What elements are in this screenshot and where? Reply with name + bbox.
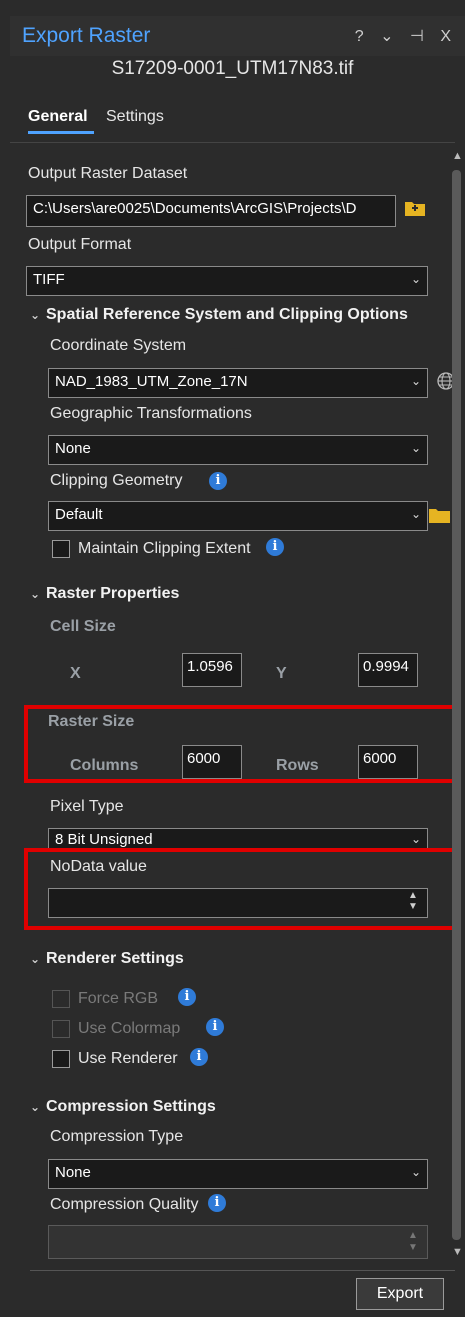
cell-size-x-label: X (70, 665, 81, 682)
spinner-icon[interactable]: ▲ ▼ (408, 890, 418, 912)
tab-settings[interactable]: Settings (106, 108, 164, 126)
geographic-transformations-dropdown[interactable]: None ⌄ (48, 435, 428, 465)
pixel-type-label: Pixel Type (50, 798, 124, 815)
window-controls[interactable]: ? ⌄ ⊣ X (355, 26, 457, 46)
spinner-icon[interactable]: ▲ ▼ (408, 1230, 418, 1254)
cell-size-label: Cell Size (50, 618, 116, 635)
cell-size-x-input[interactable]: 1.0596 (182, 653, 242, 687)
renderer-settings-header[interactable]: ⌄ Renderer Settings (30, 950, 184, 968)
pixel-type-dropdown[interactable]: 8 Bit Unsigned ⌄ (48, 828, 428, 850)
geographic-transformations-label: Geographic Transformations (50, 405, 252, 422)
clipping-geometry-label: Clipping Geometry (50, 472, 183, 489)
folder-icon[interactable] (428, 505, 452, 525)
compression-quality-label: Compression Quality (50, 1196, 199, 1213)
pixel-type-value: 8 Bit Unsigned (55, 831, 153, 848)
tab-general[interactable]: General (28, 108, 88, 126)
source-filename: S17209-0001_UTM17N83.tif (111, 58, 354, 79)
chevron-down-icon: ⌄ (30, 1100, 41, 1114)
chevron-down-icon: ⌄ (410, 272, 421, 286)
nodata-input[interactable] (48, 888, 428, 918)
chevron-down-icon: ⌄ (410, 507, 421, 521)
force-rgb-checkbox[interactable] (52, 990, 70, 1008)
active-tab-indicator (28, 131, 94, 134)
compression-settings-header[interactable]: ⌄ Compression Settings (30, 1098, 216, 1116)
force-rgb-label: Force RGB (78, 990, 159, 1007)
info-icon[interactable]: i (190, 1048, 208, 1066)
export-button[interactable]: Export (356, 1278, 444, 1310)
raster-size-label: Raster Size (48, 713, 135, 730)
info-icon[interactable]: i (266, 538, 284, 556)
tabs-divider (10, 142, 455, 143)
use-renderer-label: Use Renderer (78, 1050, 178, 1067)
compression-type-dropdown[interactable]: None ⌄ (48, 1159, 428, 1189)
info-icon[interactable]: i (208, 1194, 226, 1212)
output-raster-label: Output Raster Dataset (28, 165, 188, 182)
raster-properties-header[interactable]: ⌄ Raster Properties (30, 585, 179, 603)
scroll-up-icon[interactable]: ▲ (452, 150, 463, 162)
info-icon[interactable]: i (206, 1018, 224, 1036)
scroll-down-icon[interactable]: ▼ (452, 1246, 463, 1258)
compression-quality-input[interactable] (48, 1225, 428, 1259)
raster-properties-label: Raster Properties (46, 585, 180, 602)
spatial-section-label: Spatial Reference System and Clipping Op… (46, 306, 408, 323)
info-icon[interactable]: i (209, 472, 227, 490)
cell-size-y-input[interactable]: 0.9994 (358, 653, 418, 687)
compression-type-label: Compression Type (50, 1128, 184, 1145)
compression-settings-label: Compression Settings (46, 1098, 216, 1115)
columns-input[interactable]: 6000 (182, 745, 242, 779)
clipping-geometry-dropdown[interactable]: Default ⌄ (48, 501, 428, 531)
output-format-value: TIFF (33, 271, 65, 288)
compression-type-value: None (55, 1164, 91, 1181)
nodata-label: NoData value (50, 858, 147, 875)
chevron-down-icon: ⌄ (30, 308, 41, 322)
info-icon[interactable]: i (178, 988, 196, 1006)
columns-label: Columns (70, 757, 139, 774)
rows-input[interactable]: 6000 (358, 745, 418, 779)
scrollbar-thumb[interactable] (452, 170, 461, 1240)
rows-label: Rows (276, 757, 319, 774)
renderer-settings-label: Renderer Settings (46, 950, 184, 967)
chevron-down-icon: ⌄ (30, 587, 41, 601)
use-renderer-checkbox[interactable] (52, 1050, 70, 1068)
maintain-clipping-extent-label: Maintain Clipping Extent (78, 540, 251, 557)
output-raster-input[interactable]: C:\Users\are0025\Documents\ArcGIS\Projec… (26, 195, 396, 227)
output-format-label: Output Format (28, 236, 132, 253)
cell-size-y-label: Y (276, 665, 287, 682)
chevron-down-icon: ⌄ (410, 1165, 421, 1179)
use-colormap-label: Use Colormap (78, 1020, 181, 1037)
coordinate-system-value: NAD_1983_UTM_Zone_17N (55, 373, 248, 390)
coordinate-system-dropdown[interactable]: NAD_1983_UTM_Zone_17N ⌄ (48, 368, 428, 398)
coordinate-system-label: Coordinate System (50, 337, 187, 354)
footer-divider (30, 1270, 455, 1271)
browse-folder-icon[interactable] (404, 198, 426, 218)
geographic-transformations-value: None (55, 440, 91, 457)
chevron-down-icon: ⌄ (410, 441, 421, 455)
output-format-dropdown[interactable]: TIFF ⌄ (26, 266, 428, 296)
chevron-down-icon: ⌄ (410, 374, 421, 388)
clipping-geometry-value: Default (55, 506, 103, 523)
chevron-down-icon: ⌄ (30, 952, 41, 966)
chevron-down-icon: ⌄ (410, 832, 421, 846)
window-title: Export Raster (22, 24, 151, 47)
spatial-section-header[interactable]: ⌄ Spatial Reference System and Clipping O… (30, 306, 408, 324)
use-colormap-checkbox[interactable] (52, 1020, 70, 1038)
maintain-clipping-extent-checkbox[interactable] (52, 540, 70, 558)
